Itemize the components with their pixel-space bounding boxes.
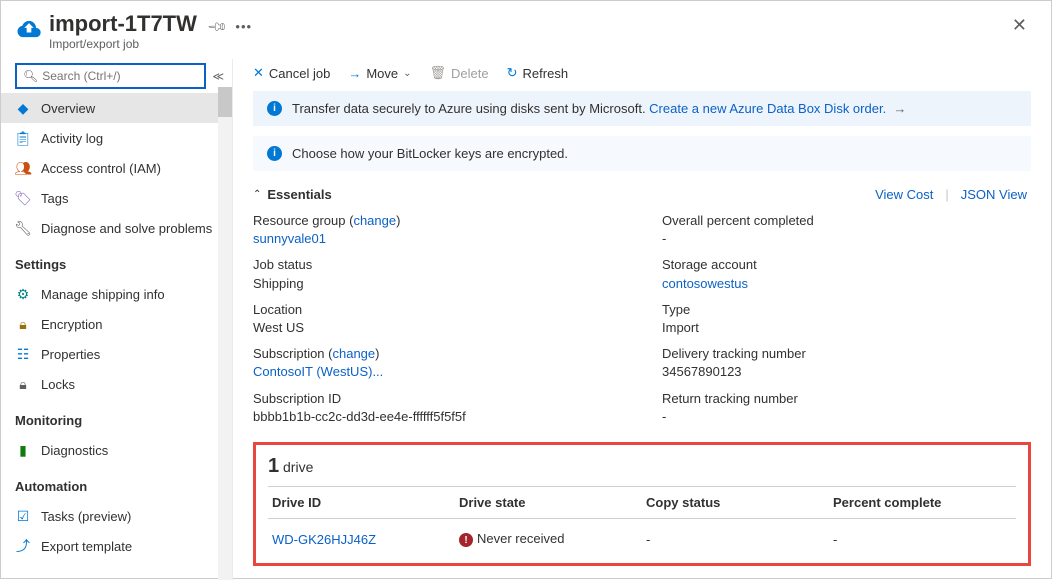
more-icon[interactable]: ••• bbox=[235, 19, 252, 35]
move-button[interactable]: →Move⌄ bbox=[348, 66, 411, 81]
encryption-icon: 🔒︎ bbox=[15, 316, 31, 332]
nav-overview[interactable]: ◆Overview bbox=[1, 93, 232, 123]
resource-group-label: Resource group (change) bbox=[253, 212, 622, 230]
storage-account-value[interactable]: contosowestus bbox=[662, 276, 748, 291]
nav-diagnostics[interactable]: ▮Diagnostics bbox=[1, 435, 232, 465]
drives-section: 1 drive Drive ID Drive state Copy status… bbox=[253, 442, 1031, 567]
subscription-label: Subscription (change) bbox=[253, 345, 622, 363]
section-monitoring: Monitoring bbox=[1, 405, 232, 435]
table-row[interactable]: WD-GK26HJJ46Z ! Never received - - bbox=[268, 518, 1016, 549]
resource-group-value[interactable]: sunnyvale01 bbox=[253, 231, 326, 246]
info-banner-databox: i Transfer data securely to Azure using … bbox=[253, 91, 1031, 126]
nav-tags[interactable]: 🏷︎Tags bbox=[1, 183, 232, 213]
locks-icon: 🔒︎ bbox=[15, 376, 31, 392]
change-subscription-link[interactable]: change bbox=[332, 346, 375, 361]
sidebar: 🔍︎ ≪ ◆Overview 📋︎Activity log 👥︎Access c… bbox=[1, 59, 233, 580]
essentials-toggle-icon[interactable]: ⌃ bbox=[253, 189, 261, 200]
essentials-title[interactable]: Essentials bbox=[267, 187, 331, 202]
search-input[interactable] bbox=[42, 69, 198, 83]
location-label: Location bbox=[253, 301, 622, 319]
diagnostics-icon: ▮ bbox=[15, 442, 31, 458]
shipping-icon: ⚙︎ bbox=[15, 286, 31, 302]
search-icon: 🔍︎ bbox=[23, 69, 38, 83]
return-tracking-value: - bbox=[662, 408, 1031, 426]
resource-icon bbox=[15, 15, 43, 43]
main-content: ✕Cancel job →Move⌄ 🗑︎Delete ↻Refresh i T… bbox=[233, 59, 1051, 580]
command-bar: ✕Cancel job →Move⌄ 🗑︎Delete ↻Refresh bbox=[233, 59, 1051, 91]
info-icon: i bbox=[267, 146, 282, 161]
nav-shipping[interactable]: ⚙︎Manage shipping info bbox=[1, 279, 232, 309]
properties-icon: ☷ bbox=[15, 346, 31, 362]
sidebar-collapse-icon[interactable]: ≪ bbox=[212, 70, 224, 83]
delete-icon: 🗑︎ bbox=[430, 65, 447, 81]
diagnose-icon: 🔧︎ bbox=[15, 220, 31, 236]
export-template-icon: ⤴︎ bbox=[15, 538, 31, 554]
overall-percent-label: Overall percent completed bbox=[662, 212, 1031, 230]
refresh-icon: ↻ bbox=[507, 65, 518, 81]
delivery-tracking-value: 34567890123 bbox=[662, 363, 1031, 381]
drive-id-link[interactable]: WD-GK26HJJ46Z bbox=[272, 532, 376, 547]
col-percent-complete[interactable]: Percent complete bbox=[829, 486, 1016, 518]
page-title: import-1T7TW bbox=[49, 11, 197, 37]
chevron-down-icon: ⌄ bbox=[403, 68, 411, 79]
json-view-link[interactable]: JSON View bbox=[957, 187, 1031, 202]
blade-header: import-1T7TW Import/export job 📌︎ ••• ✕ bbox=[1, 1, 1051, 59]
delivery-tracking-label: Delivery tracking number bbox=[662, 345, 1031, 363]
nav-encryption[interactable]: 🔒︎Encryption bbox=[1, 309, 232, 339]
subscription-value[interactable]: ContosoIT (WestUS)... bbox=[253, 364, 383, 379]
activity-log-icon: 📋︎ bbox=[15, 130, 31, 146]
subscription-id-value: bbbb1b1b-cc2c-dd3d-ee4e-ffffff5f5f5f bbox=[253, 408, 622, 426]
cancel-icon: ✕ bbox=[253, 65, 264, 81]
section-automation: Automation bbox=[1, 471, 232, 501]
percent-complete-value: - bbox=[829, 518, 1016, 549]
sidebar-scrollbar[interactable] bbox=[218, 87, 232, 580]
storage-account-label: Storage account bbox=[662, 256, 1031, 274]
location-value: West US bbox=[253, 319, 622, 337]
arrow-right-icon[interactable]: → bbox=[893, 101, 906, 116]
type-value: Import bbox=[662, 319, 1031, 337]
job-status-label: Job status bbox=[253, 256, 622, 274]
delete-button: 🗑︎Delete bbox=[430, 65, 489, 81]
return-tracking-label: Return tracking number bbox=[662, 390, 1031, 408]
change-resource-group-link[interactable]: change bbox=[353, 213, 396, 228]
view-cost-link[interactable]: View Cost bbox=[871, 187, 937, 202]
col-drive-state[interactable]: Drive state bbox=[455, 486, 642, 518]
job-status-value: Shipping bbox=[253, 275, 622, 293]
overview-icon: ◆ bbox=[15, 100, 31, 116]
nav-diagnose[interactable]: 🔧︎Diagnose and solve problems bbox=[1, 213, 232, 243]
subscription-id-label: Subscription ID bbox=[253, 390, 622, 408]
databox-link[interactable]: Create a new Azure Data Box Disk order. bbox=[649, 101, 886, 116]
drive-state-value: Never received bbox=[477, 531, 564, 546]
col-copy-status[interactable]: Copy status bbox=[642, 486, 829, 518]
search-input-wrapper[interactable]: 🔍︎ bbox=[15, 63, 206, 89]
page-subtitle: Import/export job bbox=[49, 37, 197, 51]
close-button[interactable]: ✕ bbox=[1008, 11, 1031, 40]
info-icon: i bbox=[267, 101, 282, 116]
nav-tasks[interactable]: ☑︎Tasks (preview) bbox=[1, 501, 232, 531]
drives-table: Drive ID Drive state Copy status Percent… bbox=[268, 486, 1016, 550]
copy-status-value: - bbox=[642, 518, 829, 549]
type-label: Type bbox=[662, 301, 1031, 319]
tags-icon: 🏷︎ bbox=[15, 190, 31, 206]
move-icon: → bbox=[348, 66, 361, 81]
nav-properties[interactable]: ☷Properties bbox=[1, 339, 232, 369]
col-drive-id[interactable]: Drive ID bbox=[268, 486, 455, 518]
refresh-button[interactable]: ↻Refresh bbox=[507, 65, 568, 81]
info-banner-bitlocker: i Choose how your BitLocker keys are enc… bbox=[253, 136, 1031, 171]
tasks-icon: ☑︎ bbox=[15, 508, 31, 524]
nav-access-control[interactable]: 👥︎Access control (IAM) bbox=[1, 153, 232, 183]
pin-icon[interactable]: 📌︎ bbox=[206, 16, 229, 39]
drives-title: 1 drive bbox=[268, 449, 1016, 486]
nav-activity-log[interactable]: 📋︎Activity log bbox=[1, 123, 232, 153]
nav-locks[interactable]: 🔒︎Locks bbox=[1, 369, 232, 399]
overall-percent-value: - bbox=[662, 230, 1031, 248]
access-control-icon: 👥︎ bbox=[15, 160, 31, 176]
error-icon: ! bbox=[459, 533, 473, 547]
cancel-job-button[interactable]: ✕Cancel job bbox=[253, 65, 330, 81]
section-settings: Settings bbox=[1, 249, 232, 279]
nav-export-template[interactable]: ⤴︎Export template bbox=[1, 531, 232, 561]
